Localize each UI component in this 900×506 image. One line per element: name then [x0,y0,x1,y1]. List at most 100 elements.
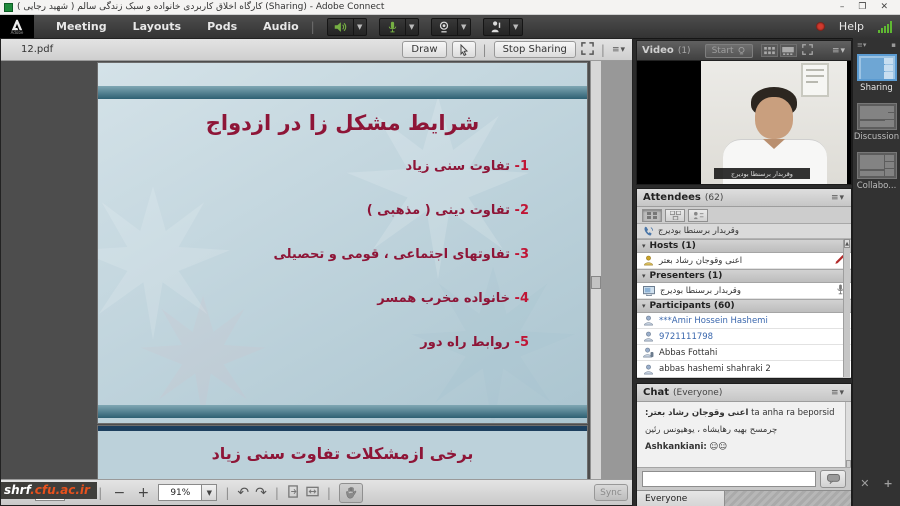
draw-button[interactable]: Draw [402,41,447,58]
slide-current: شرایط مشکل زا در ازدواج 1- تفاوت سنی زیا… [98,63,587,423]
menu-meeting[interactable]: Meeting [56,20,107,33]
watermark-suffix: .cfu.ac.ir [30,483,90,497]
active-speaker-row: وقربدار برسنطا بودیرج [637,224,851,239]
menu-pods[interactable]: Pods [207,20,237,33]
presenters-group-header[interactable]: ▾ Presenters (1) [637,269,851,283]
webcam-icon [440,21,449,32]
chat-send-button[interactable] [820,470,846,488]
fullscreen-button[interactable] [581,41,594,58]
video-grid-view-button[interactable] [760,44,778,57]
toolbar-divider4: | [326,485,331,500]
layout-collaboration[interactable]: Collabo... [853,152,900,191]
chat-tab-everyone[interactable]: Everyone [637,491,725,506]
chat-pod-menu-icon[interactable]: ≡▾ [831,388,845,398]
share-header-divider2: | [600,42,605,57]
presenter-name: وقربدار برسنطا بودیرج [660,285,741,296]
adobe-logo: Adobe [0,14,34,39]
layout-collaboration-thumbnail[interactable] [856,152,897,179]
chat-text: چرمسح بهیه رهایشاه ، یوهیونس رئین [645,425,778,435]
layout-discussion[interactable]: Discussion [853,103,900,142]
layouts-pin-icon[interactable]: ▪ [891,41,896,49]
chat-pod: Chat (Everyone) ≡▾ اعنی وقوجان رشاد بعتر… [636,383,852,506]
scroll-up-icon[interactable]: ▲ [844,239,850,248]
microphone-dropdown[interactable]: ▼ [405,17,419,36]
menu-audio[interactable]: Audio [263,20,299,33]
participant-row[interactable]: 9721111798 [637,329,851,345]
delete-layout-icon[interactable]: ✕ [860,477,869,490]
attendees-pod-menu-icon[interactable]: ≡▾ [831,193,845,203]
zoom-in-button[interactable]: + [134,486,152,500]
rotate-right-button[interactable]: ↷ [255,485,267,501]
slide-title: شرایط مشکل زا در ازدواج [205,111,480,135]
speaker-dropdown[interactable]: ▼ [353,17,367,36]
attendees-count: (62) [704,192,724,203]
scroll-down-icon[interactable] [846,460,851,467]
participant-row[interactable]: Abbas Fottahi [637,345,851,361]
chat-scrollbar[interactable] [845,402,851,467]
webcam-feed: وقربدار برسنطا بودیرج [701,61,847,184]
video-pod-title: Video [642,45,674,56]
document-scrollbar-thumb[interactable] [591,276,601,289]
pan-tool-button[interactable] [338,482,363,503]
rotate-left-button[interactable]: ↶ [237,485,249,501]
layout-sharing[interactable]: Sharing [853,54,900,93]
participant-row[interactable]: abbas hashemi shahraki 2 [637,361,851,377]
zoom-level-select[interactable]: 91% ▼ [158,484,218,501]
attendees-title: Attendees [643,192,701,203]
participant-name: Abbas Fottahi [659,347,718,358]
set-status-button[interactable] [482,17,510,36]
chat-input[interactable] [642,471,816,487]
video-fullscreen-icon [801,43,813,55]
connection-signal-icon[interactable] [878,20,892,33]
zoom-out-button[interactable]: − [110,486,128,500]
microphone-button[interactable] [378,17,406,36]
presenter-row[interactable]: وقربدار برسنطا بودیرج [637,283,851,299]
webcam-button[interactable] [430,17,458,36]
attendee-list-view-button[interactable] [642,208,662,222]
participant-row[interactable]: ***Amir Hossein Hashemi [637,313,851,329]
next-slide-title: برخی ازمشکلات تفاوت سنی زیاد [211,444,474,463]
speaker-button[interactable] [326,17,354,36]
participants-group-header[interactable]: ▾ Participants (60) [637,299,851,313]
video-fullscreen-button[interactable] [801,43,813,58]
fit-page-button[interactable] [287,484,300,501]
chat-scope: (Everyone) [673,387,723,398]
layout-discussion-thumbnail[interactable] [856,103,897,130]
zoom-dropdown-icon[interactable]: ▼ [202,484,218,501]
chat-message: اعنی وقوجان رشاد بعتر: ta anha ra bepors… [645,408,841,418]
menu-help[interactable]: Help [839,20,864,33]
add-layout-icon[interactable]: + [884,477,893,490]
document-right-margin [601,61,632,479]
picture-frame [801,63,829,97]
raise-hand-icon [491,20,501,32]
close-icon[interactable]: ✕ [880,2,888,12]
host-row[interactable]: اعنی وقوجان رشاد بعتر [637,253,851,269]
webcam-dropdown[interactable]: ▼ [457,17,471,36]
document-scrollbar[interactable] [590,61,601,479]
chat-messages: اعنی وقوجان رشاد بعتر: ta anha ra bepors… [637,402,851,468]
layouts-menu-icon[interactable]: ≡▾ [857,41,866,49]
start-webcam-button[interactable]: Start [704,43,753,58]
share-pod-menu-icon[interactable]: ≡▾ [612,45,626,55]
minimize-icon[interactable]: – [840,2,845,12]
layout-sharing-thumbnail[interactable] [856,54,897,81]
fit-width-icon [306,486,319,496]
attendees-scrollbar[interactable]: ▲ [843,239,850,377]
leaf-decoration-icon [140,295,266,421]
video-filmstrip-view-button[interactable] [779,44,797,57]
stop-sharing-button[interactable]: Stop Sharing [493,41,576,58]
fit-page-icon [288,484,298,498]
pointer-button[interactable] [451,41,476,58]
video-name-overlay: وقربدار برسنطا بودیرج [714,168,810,179]
fit-width-button[interactable] [306,485,319,501]
speaker-icon [334,21,347,32]
sync-button[interactable]: Sync [594,484,628,501]
attendee-breakout-view-button[interactable] [665,208,685,222]
menu-layouts[interactable]: Layouts [133,20,181,33]
hosts-group-header[interactable]: ▾ Hosts (1) [637,239,851,253]
recording-indicator-icon[interactable] [815,22,825,31]
maximize-icon[interactable]: ❐ [858,2,866,12]
video-pod-menu-icon[interactable]: ≡▾ [832,46,846,56]
set-status-dropdown[interactable]: ▼ [509,17,523,36]
attendee-status-view-button[interactable] [688,208,708,222]
